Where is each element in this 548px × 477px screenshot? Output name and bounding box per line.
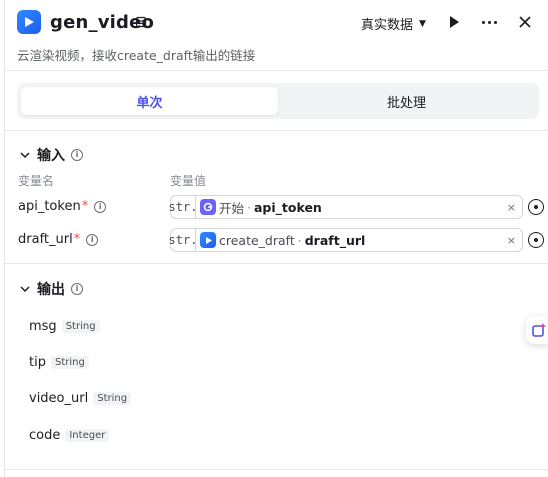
output-item: msg String (29, 319, 100, 334)
ref-separator: · (297, 232, 302, 248)
output-name: tip (29, 355, 46, 370)
output-item: code Integer (29, 428, 110, 443)
output-section-header[interactable]: 输出 i (19, 279, 83, 299)
node-description: 云渲染视频，接收create_draft输出的链接 (17, 48, 256, 63)
info-icon[interactable]: i (94, 200, 107, 213)
info-icon[interactable]: i (86, 233, 99, 246)
type-tag: str. (169, 229, 197, 251)
ai-assistant-icon[interactable] (526, 316, 548, 344)
test-run-panel: gen_video 真实数据 ▼ 云渲染视频，接收create_draft输出的… (4, 0, 548, 477)
output-item: video_url String (29, 391, 132, 406)
variable-reference: 开始 · api_token (196, 198, 507, 217)
required-mark: * (81, 199, 89, 214)
required-mark: * (73, 232, 81, 247)
edit-icon[interactable] (135, 16, 147, 28)
info-icon[interactable]: i (71, 149, 83, 161)
output-name: code (29, 428, 61, 443)
output-type-tag: String (50, 356, 89, 369)
tab-single[interactable]: 单次 (21, 87, 278, 115)
data-source-select[interactable]: 真实数据 ▼ (361, 14, 426, 33)
divider (5, 469, 548, 470)
panel-header: gen_video 真实数据 ▼ (5, 0, 548, 44)
run-mode-tabs: 单次 批处理 (17, 83, 539, 119)
input-section-title: 输入 (37, 148, 65, 164)
video-node-icon (200, 232, 216, 248)
data-source-label: 真实数据 (361, 18, 414, 33)
output-name: video_url (29, 391, 89, 406)
clear-icon[interactable]: × (507, 201, 516, 214)
input-section-header[interactable]: 输入 i (19, 145, 83, 165)
ref-variable-name: draft_url (304, 232, 366, 248)
chevron-down-icon (20, 152, 30, 159)
output-item: tip String (29, 355, 89, 370)
ref-variable-name: api_token (254, 199, 322, 215)
caret-down-icon: ▼ (419, 18, 426, 29)
variable-picker-icon[interactable] (528, 199, 544, 215)
draft-url-value-field[interactable]: str. create_draft · draft_url × (169, 228, 544, 252)
clear-icon[interactable]: × (507, 234, 516, 247)
param-name: draft_url (18, 232, 73, 247)
api-token-value-field[interactable]: str. 开始 · api_token × (169, 195, 544, 219)
close-icon[interactable] (518, 15, 532, 29)
output-type-tag: Integer (65, 429, 110, 442)
output-type-tag: String (93, 392, 132, 405)
ref-separator: · (247, 199, 251, 215)
start-node-icon (200, 199, 216, 215)
param-name: api_token (18, 199, 81, 214)
column-header-value: 变量值 (170, 174, 207, 188)
column-header-name: 变量名 (18, 174, 55, 188)
divider (5, 70, 548, 71)
type-tag: str. (169, 196, 197, 218)
ref-node-name: create_draft (219, 232, 295, 248)
divider (5, 130, 548, 131)
tab-batch[interactable]: 批处理 (278, 87, 535, 115)
variable-picker-icon[interactable] (528, 232, 544, 248)
video-app-icon (17, 10, 41, 34)
info-icon[interactable]: i (71, 283, 83, 295)
output-name: msg (29, 319, 57, 334)
param-label-api-token: api_token * i (18, 199, 107, 214)
chevron-down-icon (20, 286, 30, 293)
play-icon[interactable] (446, 14, 462, 30)
more-icon[interactable] (479, 12, 499, 32)
param-label-draft-url: draft_url * i (18, 232, 99, 247)
output-type-tag: String (61, 320, 100, 333)
output-section-title: 输出 (37, 282, 65, 298)
variable-reference: create_draft · draft_url (196, 232, 507, 248)
divider (5, 263, 548, 264)
ref-node-name: 开始 (219, 200, 245, 216)
